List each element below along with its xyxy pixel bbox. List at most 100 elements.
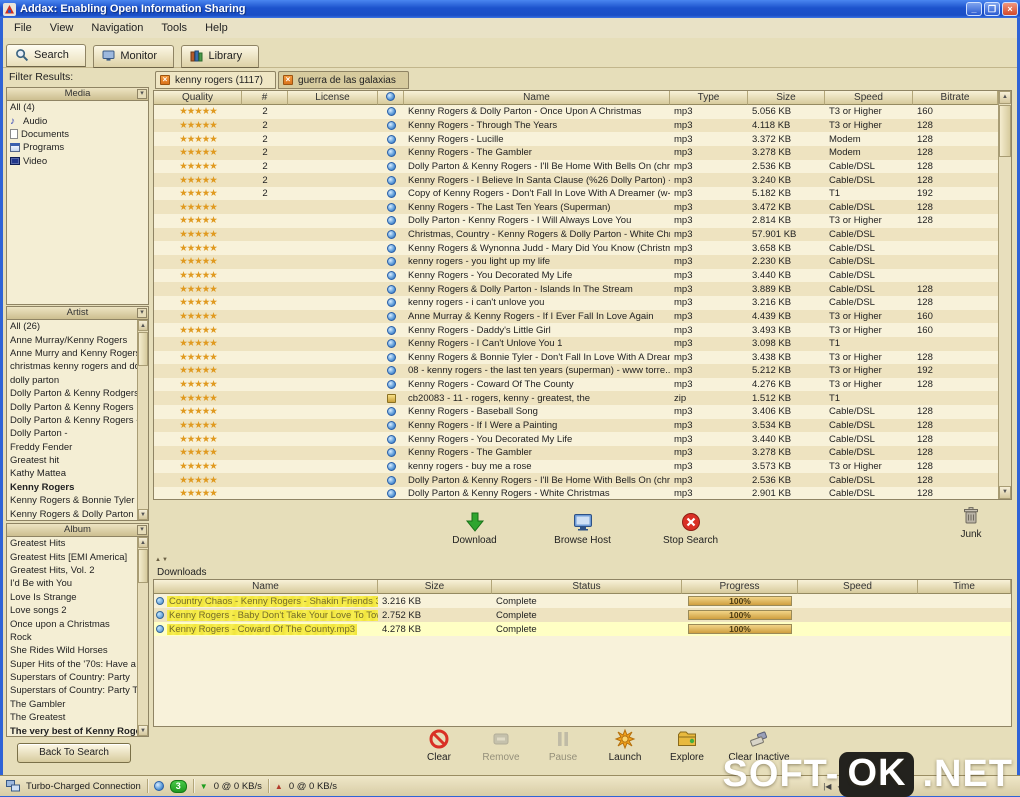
media-panel-header[interactable]: Media ▾ [7, 88, 148, 101]
result-row[interactable]: ★★★★★ Kenny Rogers - Baseball Song mp3 3… [154, 405, 998, 419]
album-list-item[interactable]: Greatest Hits [7, 537, 137, 550]
explore-button[interactable]: Explore [659, 728, 715, 763]
artist-list-item[interactable]: Dolly Parton & Kenny Rodgers [7, 387, 137, 400]
artist-list-item[interactable]: Freddy Fender [7, 441, 137, 454]
artist-scrollbar[interactable]: ▲ ▼ [137, 320, 148, 520]
album-list-item[interactable]: The very best of Kenny Roge [7, 724, 137, 736]
stop-search-button[interactable]: Stop Search [655, 511, 727, 546]
album-list-item[interactable]: Love Is Strange [7, 591, 137, 604]
result-row[interactable]: ★★★★★ 2 Kenny Rogers - Through The Years… [154, 118, 998, 133]
column-header-bitrate[interactable]: Bitrate [913, 91, 998, 105]
menu-item[interactable]: View [41, 19, 83, 37]
back-to-search-button[interactable]: Back To Search [17, 743, 131, 763]
artist-list-item[interactable]: Kenny Rogers & Bonnie Tyler [7, 494, 137, 507]
clear-button[interactable]: Clear [411, 728, 467, 763]
album-list-item[interactable]: She Rides Wild Horses [7, 644, 137, 657]
scroll-down-icon[interactable]: ▼ [999, 486, 1011, 499]
media-list-item[interactable]: All (4) [7, 101, 148, 114]
album-list-item[interactable]: Rock [7, 631, 137, 644]
pane-splitter[interactable]: ▲▼ [155, 557, 169, 566]
artist-list-item[interactable]: Greatest hit [7, 454, 137, 467]
column-header-status[interactable]: Status [492, 580, 682, 594]
artist-list-item[interactable]: Anne Murry and Kenny Rogers [7, 347, 137, 360]
result-row[interactable]: ★★★★★ Dolly Parton & Kenny Rogers - Whit… [154, 486, 998, 499]
scroll-up-icon[interactable]: ▲ [138, 320, 148, 331]
column-header-quality[interactable]: Quality [154, 91, 242, 105]
artist-list-item[interactable]: Kenny Rogers & Dolly Parton [7, 507, 137, 520]
artist-list-item[interactable]: christmas kenny rogers and dol [7, 360, 137, 373]
close-tab-icon[interactable]: × [283, 75, 294, 85]
junk-button[interactable]: Junk [944, 505, 998, 540]
search-tab-guerra[interactable]: × guerra de las galaxias [278, 71, 409, 89]
download-row[interactable]: Country Chaos - Kenny Rogers - Shakin Fr… [154, 594, 1011, 608]
close-tab-icon[interactable]: × [160, 75, 170, 85]
scroll-thumb[interactable] [138, 332, 148, 366]
result-row[interactable]: ★★★★★ cb20083 - 11 - rogers, kenny - gre… [154, 391, 998, 406]
result-row[interactable]: ★★★★★ Anne Murray & Kenny Rogers - If I … [154, 309, 998, 324]
artist-panel-header[interactable]: Artist ▾ [7, 307, 148, 320]
album-panel-collapse-icon[interactable]: ▾ [137, 525, 147, 535]
column-header-progress[interactable]: Progress [682, 580, 798, 594]
scroll-down-icon[interactable]: ▼ [138, 725, 148, 736]
column-header-time[interactable]: Time [918, 580, 1011, 594]
tab-search[interactable]: Search [6, 44, 86, 67]
scroll-down-icon[interactable]: ▼ [138, 509, 148, 520]
column-header-speed[interactable]: Speed [825, 91, 913, 105]
album-list-item[interactable]: Greatest Hits [EMI America] [7, 550, 137, 563]
album-scrollbar[interactable]: ▲ ▼ [137, 537, 148, 736]
column-header-number[interactable]: # [242, 91, 288, 105]
result-row[interactable]: ★★★★★ Dolly Parton & Kenny Rogers - I'll… [154, 473, 998, 487]
menu-item[interactable]: Navigation [82, 19, 152, 37]
column-header-type[interactable]: Type [670, 91, 748, 105]
column-header-size[interactable]: Size [378, 580, 492, 594]
search-tab-kenny-rogers[interactable]: × kenny rogers (1117) [155, 71, 277, 89]
artist-list-item[interactable]: All (26) [7, 320, 137, 333]
artist-list-item[interactable]: Kenny Rogers [7, 481, 137, 494]
album-list-item[interactable]: Greatest Hits, Vol. 2 [7, 564, 137, 577]
pause-button[interactable]: Pause [535, 728, 591, 763]
result-row[interactable]: ★★★★★ Kenny Rogers - I Can't Unlove You … [154, 336, 998, 351]
media-list-item[interactable]: Programs [7, 141, 148, 154]
download-row[interactable]: Kenny Rogers - Coward Of The County.mp3 … [154, 622, 1011, 636]
artist-list-item[interactable]: Dolly Parton & Kenny Rogers [7, 400, 137, 413]
scroll-up-icon[interactable]: ▲ [138, 537, 148, 548]
result-row[interactable]: ★★★★★ Kenny Rogers - Daddy's Little Girl… [154, 323, 998, 337]
result-row[interactable]: ★★★★★ 2 Kenny Rogers - I Believe In Sant… [154, 173, 998, 187]
album-list-item[interactable]: Super Hits of the '70s: Have a N [7, 658, 137, 671]
album-list-item[interactable]: Love songs 2 [7, 604, 137, 617]
column-header-size[interactable]: Size [748, 91, 825, 105]
results-scrollbar[interactable]: ▲ ▼ [998, 91, 1011, 499]
album-panel-header[interactable]: Album ▾ [7, 524, 148, 537]
result-row[interactable]: ★★★★★ Kenny Rogers & Dolly Parton - Isla… [154, 282, 998, 296]
scroll-thumb[interactable] [138, 549, 148, 583]
column-header-name[interactable]: Name [404, 91, 670, 105]
result-row[interactable]: ★★★★★ Kenny Rogers - You Decorated My Li… [154, 268, 998, 283]
column-header-name[interactable]: Name [154, 580, 378, 594]
result-row[interactable]: ★★★★★ Kenny Rogers - If I Were a Paintin… [154, 418, 998, 433]
result-row[interactable]: ★★★★★ kenny rogers - buy me a rose mp3 3… [154, 459, 998, 474]
artist-list-item[interactable]: Anne Murray/Kenny Rogers [7, 333, 137, 346]
result-row[interactable]: ★★★★★ 2 Kenny Rogers - Lucille mp3 3.372… [154, 132, 998, 146]
column-header-license[interactable]: License [288, 91, 378, 105]
artist-list-item[interactable]: dolly parton [7, 374, 137, 387]
result-row[interactable]: ★★★★★ 2 Dolly Parton & Kenny Rogers - I'… [154, 159, 998, 174]
result-row[interactable]: ★★★★★ 2 Kenny Rogers & Dolly Parton - On… [154, 105, 998, 119]
album-list-item[interactable]: Once upon a Christmas [7, 617, 137, 630]
result-row[interactable]: ★★★★★ 08 - kenny rogers - the last ten y… [154, 364, 998, 378]
result-row[interactable]: ★★★★★ Kenny Rogers & Bonnie Tyler - Don'… [154, 350, 998, 365]
download-row[interactable]: Kenny Rogers - Baby Don't Take Your Love… [154, 608, 1011, 622]
column-header-speed[interactable]: Speed [798, 580, 918, 594]
album-list-item[interactable]: Superstars of Country: Party Tin [7, 684, 137, 697]
album-list-item[interactable]: I'd Be with You [7, 577, 137, 590]
album-list-item[interactable]: The Greatest [7, 711, 137, 724]
media-list-item[interactable]: Audio [7, 114, 148, 127]
result-row[interactable]: ★★★★★ kenny rogers - you light up my lif… [154, 255, 998, 269]
album-list-item[interactable]: Superstars of Country: Party [7, 671, 137, 684]
artist-list-item[interactable]: Kathy Mattea [7, 467, 137, 480]
artist-list-item[interactable]: Dolly Parton & Kenny Rogers - Is [7, 414, 137, 427]
scroll-up-icon[interactable]: ▲ [999, 91, 1011, 104]
remove-button[interactable]: Remove [473, 728, 529, 763]
browse-host-button[interactable]: Browse Host [547, 511, 619, 546]
result-row[interactable]: ★★★★★ 2 Copy of Kenny Rogers - Don't Fal… [154, 186, 998, 201]
result-row[interactable]: ★★★★★ kenny rogers - i can't unlove you … [154, 295, 998, 310]
